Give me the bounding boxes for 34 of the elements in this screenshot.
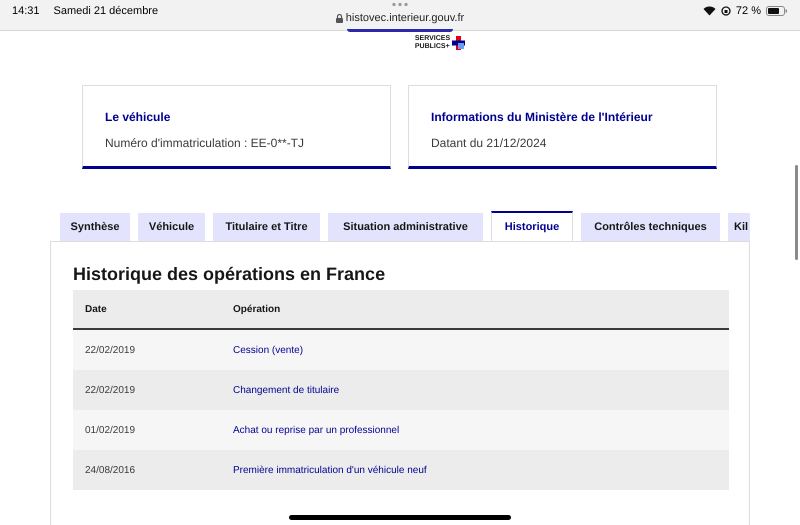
tab[interactable]: Synthèse xyxy=(60,213,130,241)
card-text: Datant du 21/12/2024 xyxy=(431,135,548,152)
operation-link[interactable]: Cession (vente) xyxy=(233,342,304,358)
column-header: Date xyxy=(84,302,108,316)
url-text[interactable]: histovec.interieur.gouv.fr xyxy=(346,10,464,26)
battery-percent: 72 % xyxy=(736,4,761,19)
tab[interactable]: Contrôles techniques xyxy=(581,213,720,241)
tab[interactable]: Historique xyxy=(491,211,573,241)
cross-icon xyxy=(452,36,466,50)
date-cell-text: 22/02/2019 xyxy=(84,344,136,358)
wifi-icon xyxy=(702,6,716,16)
lock-icon xyxy=(336,14,343,23)
status-time: 14:31 xyxy=(12,4,40,19)
tab[interactable]: Titulaire et Titre xyxy=(213,213,320,241)
status-date: Samedi 21 décembre xyxy=(54,4,158,19)
date-cell-text: 01/02/2019 xyxy=(84,424,136,438)
operation-link[interactable]: Première immatriculation d'un véhicule neuf xyxy=(233,462,427,478)
scrollbar[interactable] xyxy=(795,165,798,260)
tab[interactable]: Kil xyxy=(728,213,750,241)
column-header: Opération xyxy=(233,302,280,316)
card-text: Numéro d'immatriculation : EE-0**-TJ xyxy=(105,135,306,152)
more-dots-icon[interactable] xyxy=(392,2,408,7)
operation-link[interactable]: Achat ou reprise par un professionnel xyxy=(233,422,400,438)
section-title: Historique des opérations en France xyxy=(73,263,386,286)
tab[interactable]: Véhicule xyxy=(138,213,205,241)
operation-link[interactable]: Changement de titulaire xyxy=(233,382,340,398)
date-cell-text: 24/08/2016 xyxy=(84,464,136,478)
home-indicator[interactable] xyxy=(289,515,511,520)
tab[interactable]: Situation administrative xyxy=(328,213,483,241)
battery-icon xyxy=(766,6,788,16)
date-cell-text: 22/02/2019 xyxy=(84,384,136,398)
card-title: Informations du Ministère de l'Intérieur xyxy=(431,109,654,126)
card-title: Le véhicule xyxy=(105,109,172,126)
orientation-lock-icon xyxy=(720,6,731,16)
